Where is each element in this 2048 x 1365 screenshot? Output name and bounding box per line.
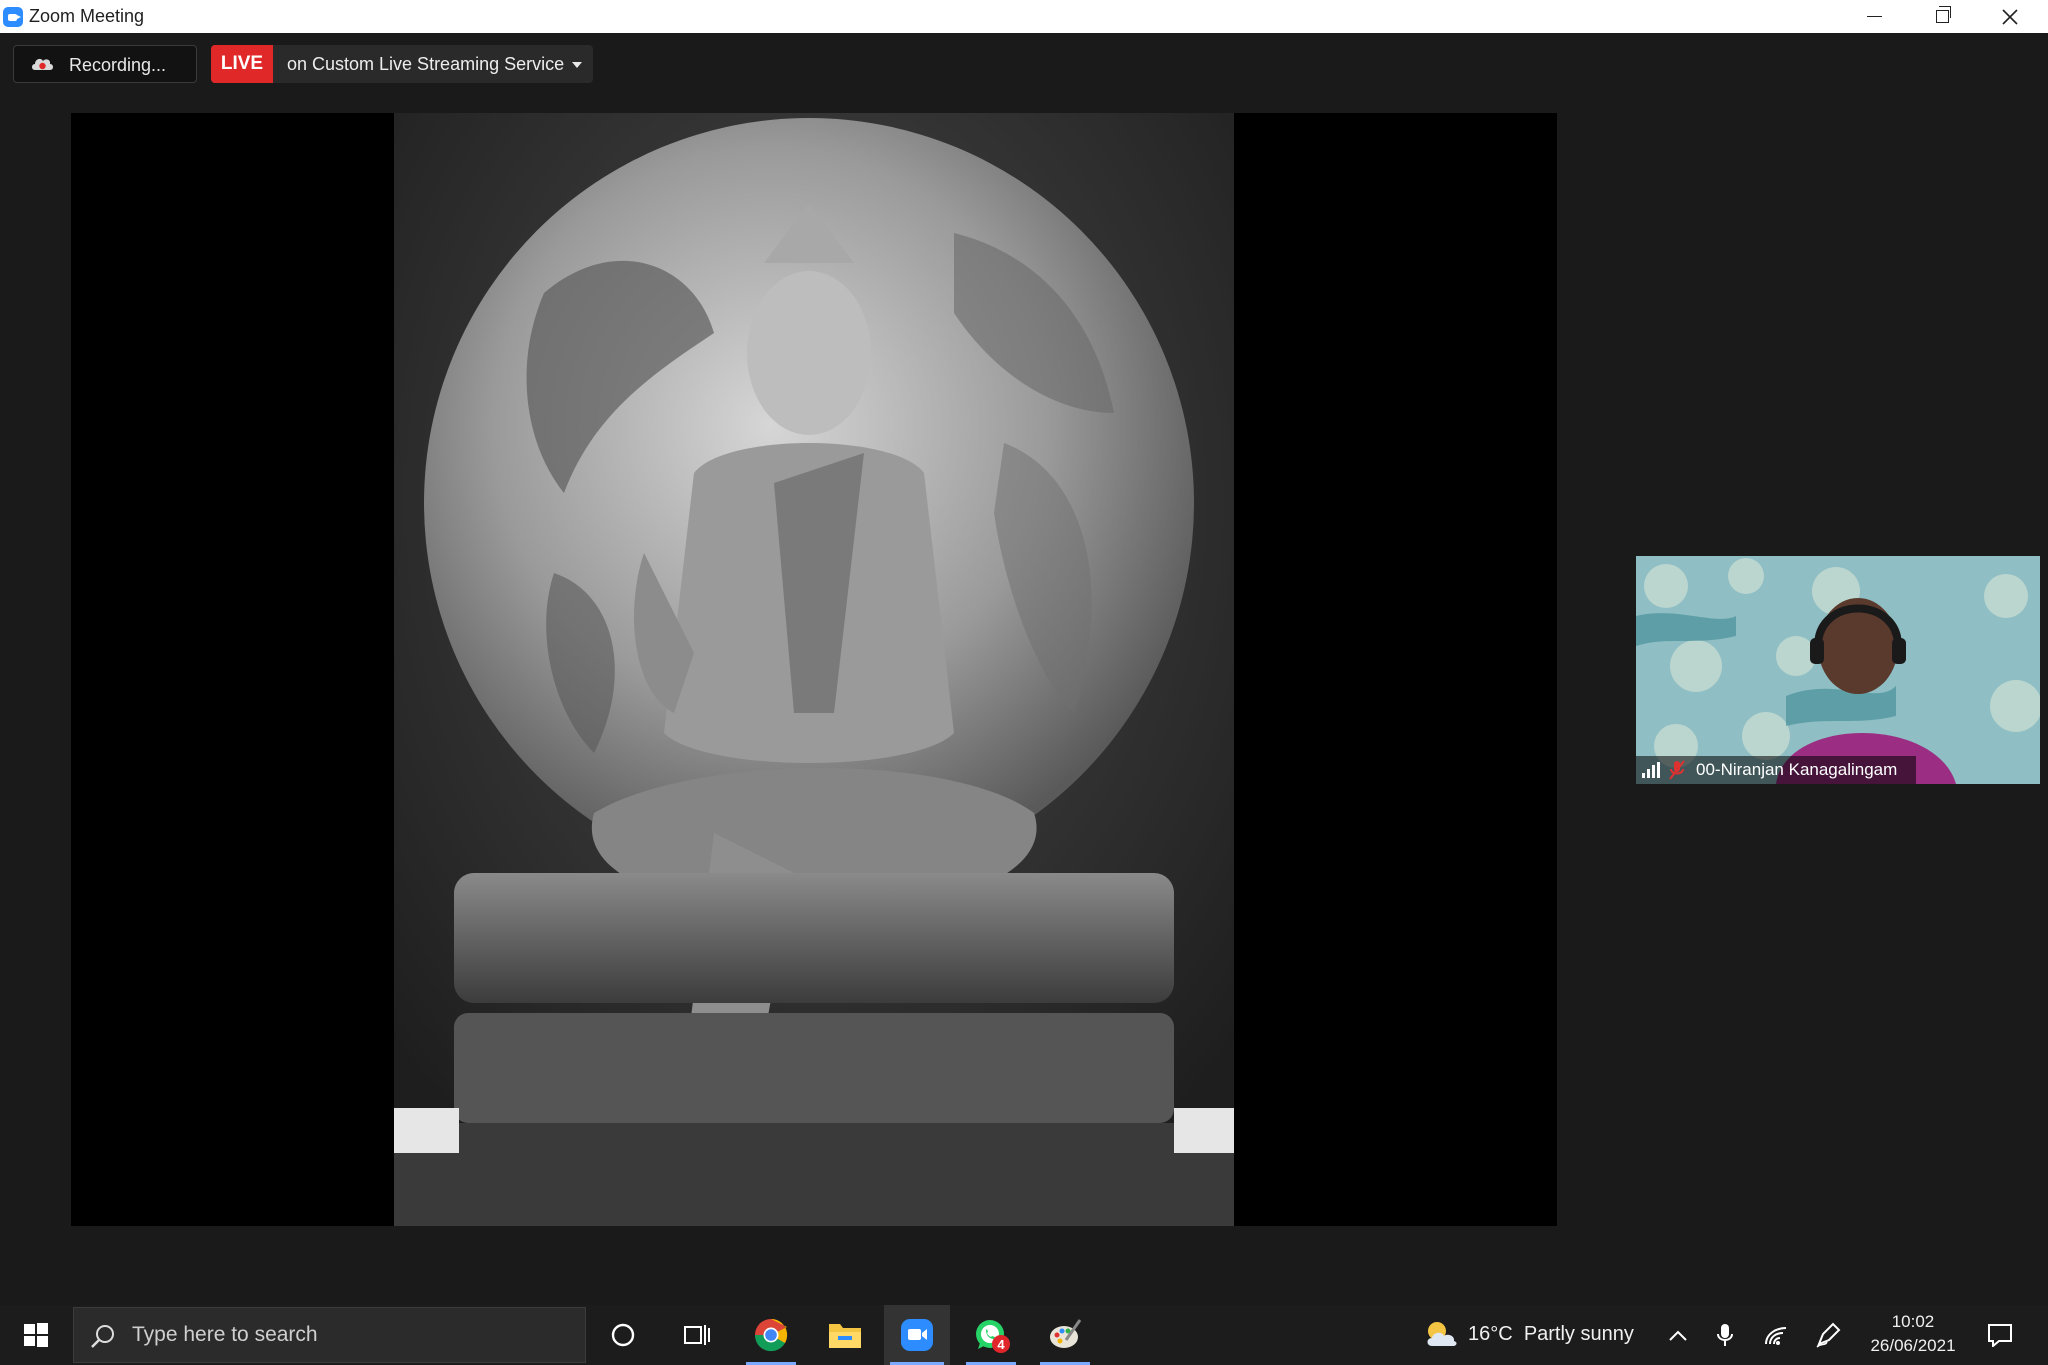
chevron-down-icon[interactable]: [572, 62, 582, 68]
close-icon: [2002, 8, 2018, 25]
wifi-icon: [1765, 1327, 1787, 1345]
microphone-icon: [1717, 1324, 1733, 1346]
signal-strength-icon: [1642, 762, 1660, 778]
action-center-button[interactable]: [1980, 1305, 2020, 1365]
live-streaming-label: on Custom Live Streaming Service: [287, 54, 565, 74]
start-button[interactable]: [0, 1305, 72, 1365]
window-title: Zoom Meeting: [29, 6, 145, 26]
search-placeholder: Type here to search: [132, 1323, 318, 1346]
restore-button[interactable]: [1908, 0, 1976, 33]
clock-time: 10:02: [1891, 1312, 1935, 1331]
zoom-icon: [901, 1319, 933, 1351]
taskbar-chrome[interactable]: [740, 1305, 802, 1365]
minimize-button[interactable]: [1840, 0, 1908, 33]
shared-screen: [71, 113, 1557, 1226]
live-badge: LIVE: [211, 45, 273, 83]
participant-video: [1636, 556, 2040, 784]
paint-icon: [1050, 1319, 1082, 1348]
taskbar-whatsapp[interactable]: 4: [960, 1305, 1022, 1365]
participant-name: 00-Niranjan Kanagalingam: [1696, 760, 1898, 779]
pen-workspace-button[interactable]: [1808, 1305, 1848, 1365]
microphone-tray-button[interactable]: [1705, 1305, 1745, 1365]
notifications-icon: [1988, 1324, 2012, 1347]
cortana-icon: [611, 1323, 635, 1347]
participant-video-tile[interactable]: 00-Niranjan Kanagalingam: [1636, 556, 2040, 784]
cortana-button[interactable]: [592, 1305, 654, 1365]
notification-badge: 4: [992, 1335, 1010, 1353]
taskbar-zoom[interactable]: [884, 1305, 950, 1365]
clock-date: 26/06/2021: [1870, 1336, 1956, 1355]
windows-logo-icon: [24, 1323, 48, 1347]
weather-widget[interactable]: 16°C Partly sunny: [1420, 1305, 1646, 1365]
taskbar-search-box[interactable]: Type here to search: [73, 1307, 586, 1363]
task-view-button[interactable]: [666, 1305, 728, 1365]
restore-icon: [1935, 6, 1951, 23]
participant-name-bar: 00-Niranjan Kanagalingam: [1636, 756, 1916, 784]
recording-indicator[interactable]: Recording...: [13, 45, 197, 83]
recording-label: Recording...: [69, 55, 167, 75]
file-explorer-icon: [829, 1324, 861, 1348]
zoom-app-icon: [3, 7, 23, 27]
minimize-icon: [1866, 15, 1882, 18]
weather-temperature: 16°C: [1468, 1323, 1513, 1345]
weather-label: 16°C Partly sunny: [1468, 1323, 1634, 1346]
taskbar-clock[interactable]: 10:02 26/06/2021: [1858, 1310, 1968, 1358]
taskbar-paint[interactable]: [1034, 1305, 1096, 1365]
deity-statue-image: [394, 113, 1234, 1226]
taskbar-file-explorer[interactable]: [814, 1305, 876, 1365]
partly-sunny-icon: [1427, 1322, 1457, 1346]
search-icon: [91, 1325, 114, 1348]
shared-image: [394, 113, 1234, 1226]
live-streaming-indicator[interactable]: LIVE on Custom Live Streaming Service: [211, 45, 593, 83]
chrome-icon: [754, 1318, 788, 1352]
weather-condition: Partly sunny: [1523, 1323, 1634, 1345]
cloud-recording-icon: [32, 58, 53, 70]
chevron-up-icon: [1669, 1330, 1687, 1341]
title-bar: Zoom Meeting: [0, 0, 2048, 33]
microphone-muted-icon: [1669, 760, 1685, 780]
close-button[interactable]: [1976, 0, 2044, 33]
task-view-icon: [684, 1325, 710, 1345]
windows-taskbar: Type here to search 4 16°C Partly sunny …: [0, 1305, 2048, 1365]
show-hidden-icons-button[interactable]: [1658, 1305, 1698, 1365]
network-tray-button[interactable]: [1756, 1305, 1796, 1365]
pen-icon: [1816, 1322, 1841, 1348]
